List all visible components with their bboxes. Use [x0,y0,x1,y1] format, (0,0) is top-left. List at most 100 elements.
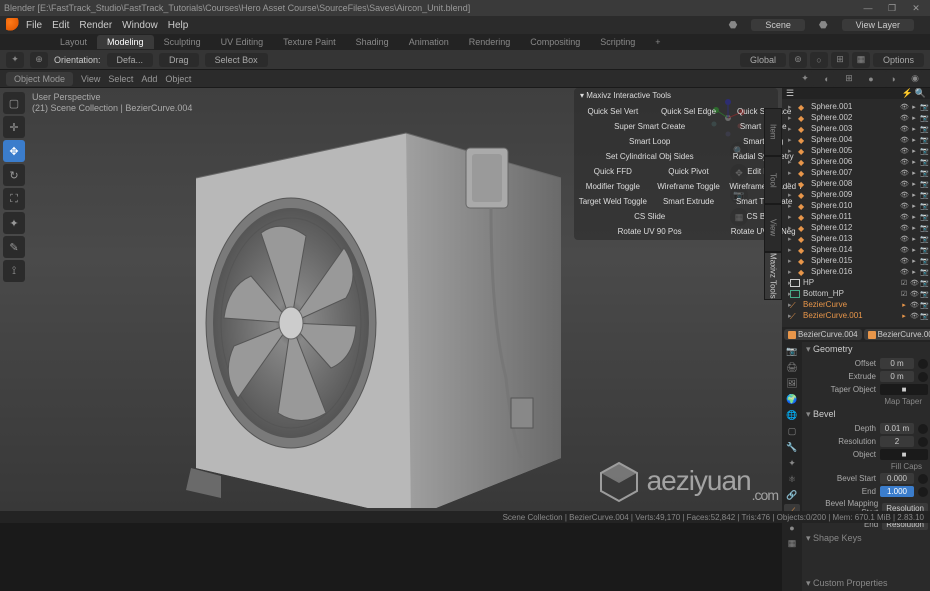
eye-icon[interactable]: 👁 [900,103,908,111]
render-icon[interactable]: 📷 [920,125,928,133]
render-icon[interactable]: 📷 [920,246,928,254]
outliner-icon[interactable]: ☰ [786,88,794,99]
outliner-item[interactable]: ▸Sphere.004👁▸📷 [782,134,930,145]
shading-solid-icon[interactable]: ● [862,71,880,87]
tree-expand-icon[interactable]: ▸ [788,279,792,287]
select-icon[interactable]: ▸ [910,213,918,221]
tab-animation[interactable]: Animation [399,35,459,49]
tree-expand-icon[interactable]: ▸ [788,114,792,122]
outliner-item[interactable]: ▸Sphere.011👁▸📷 [782,211,930,222]
tool-transform[interactable]: ✦ [3,212,25,234]
select-icon[interactable]: ▸ [910,246,918,254]
eye-icon[interactable]: 👁 [900,180,908,188]
tab-modeling[interactable]: Modeling [97,35,154,49]
render-icon[interactable]: 📷 [920,103,928,111]
menu-file[interactable]: File [26,20,42,31]
section-geometry[interactable]: Geometry [802,342,930,357]
tool-measure[interactable]: ⟟ [3,260,25,282]
menu-render[interactable]: Render [79,20,112,31]
eye-icon[interactable]: 👁 [910,279,918,287]
select-icon[interactable]: ▸ [910,169,918,177]
eye-icon[interactable]: 👁 [900,202,908,210]
select-icon[interactable]: ▸ [910,268,918,276]
eye-icon[interactable]: 👁 [900,136,908,144]
tree-expand-icon[interactable]: ▸ [788,290,792,298]
btn-target-weld[interactable]: Target Weld Toggle [576,195,650,208]
btn-smart-loop[interactable]: Smart Loop [576,135,723,148]
extrude-input[interactable]: 0 m [880,371,914,382]
select-icon[interactable]: ▸ [910,235,918,243]
select-icon[interactable]: ▸ [910,257,918,265]
outliner-item[interactable]: ▸Sphere.001👁▸📷 [782,101,930,112]
orientation-dropdown[interactable]: Defa... [107,53,154,67]
eye-icon[interactable]: 👁 [900,268,908,276]
btn-quick-sel-vert[interactable]: Quick Sel Vert [576,105,650,118]
eye-icon[interactable]: 👁 [900,169,908,177]
bstart-anim-icon[interactable] [918,474,928,484]
render-icon[interactable]: 📷 [920,213,928,221]
outliner-collection[interactable]: ▸HP☑👁📷 [782,277,930,288]
select-icon[interactable]: ▸ [910,114,918,122]
menu-help[interactable]: Help [168,20,189,31]
extrude-anim-icon[interactable] [918,372,928,382]
select-icon[interactable]: ▸ [910,103,918,111]
tool-cursor[interactable]: ✛ [3,116,25,138]
render-icon[interactable]: 📷 [920,191,928,199]
render-icon[interactable]: 📷 [920,268,928,276]
select-icon[interactable]: ▸ [910,202,918,210]
viewlayer-dropdown[interactable]: View Layer [842,19,914,31]
outliner-item[interactable]: ▸Sphere.009👁▸📷 [782,189,930,200]
btn-quick-pivot[interactable]: Quick Pivot [652,165,726,178]
ptab-world[interactable]: 🌐 [784,408,800,423]
end-anim-icon[interactable] [918,487,928,497]
render-icon[interactable]: 📷 [920,169,928,177]
overlay-show-icon[interactable]: ◐ [818,71,836,87]
depth-anim-icon[interactable] [918,424,928,434]
outliner[interactable]: ▸Sphere.001👁▸📷▸Sphere.002👁▸📷▸Sphere.003👁… [782,99,930,327]
close-button[interactable]: ✕ [910,3,922,14]
ptab-object[interactable]: ▢ [784,424,800,439]
menu-add[interactable]: Add [141,74,157,84]
maximize-button[interactable]: ❐ [886,3,898,14]
render-icon[interactable]: 📷 [920,290,928,298]
render-icon[interactable]: 📷 [920,147,928,155]
select-icon[interactable]: ▸ [900,301,908,309]
btn-quick-sel-edge[interactable]: Quick Sel Edge [652,105,726,118]
btn-smart-extrude[interactable]: Smart Extrude [652,195,726,208]
minimize-button[interactable]: — [862,3,874,14]
outliner-collection[interactable]: ▸Bottom_HP☑👁📷 [782,288,930,299]
tree-expand-icon[interactable]: ▸ [788,136,792,144]
check-icon[interactable]: ☑ [900,279,908,287]
transform-orientation[interactable]: Global [740,53,786,67]
ntab-view[interactable]: View [764,204,782,252]
options-dropdown[interactable]: Options [873,53,924,67]
btn-cylindrical-sides[interactable]: Set Cylindrical Obj Sides [576,150,723,163]
tool-move[interactable]: ✥ [3,140,25,162]
viewport[interactable]: User Perspective (21) Scene Collection |… [26,88,782,511]
tab-shading[interactable]: Shading [346,35,399,49]
render-icon[interactable]: 📷 [920,136,928,144]
check-icon[interactable]: ☑ [900,290,908,298]
ptab-scene[interactable]: 🌍 [784,392,800,407]
tree-expand-icon[interactable]: ▸ [788,235,792,243]
ptab-texture[interactable]: ▦ [784,536,800,551]
tab-scripting[interactable]: Scripting [590,35,645,49]
eye-icon[interactable]: 👁 [900,191,908,199]
scene-dropdown[interactable]: Scene [751,19,805,31]
select-icon[interactable]: ▸ [900,312,908,320]
props-obj-b[interactable]: BezierCurve.004 [864,329,930,340]
outliner-item[interactable]: ▸Sphere.003👁▸📷 [782,123,930,134]
menu-edit[interactable]: Edit [52,20,69,31]
tool-select[interactable]: ▢ [3,92,25,114]
xray-icon[interactable]: ▦ [852,52,870,68]
eye-icon[interactable]: 👁 [900,147,908,155]
tab-texture-paint[interactable]: Texture Paint [273,35,346,49]
tab-sculpting[interactable]: Sculpting [154,35,211,49]
tree-expand-icon[interactable]: ▸ [788,180,792,188]
eye-icon[interactable]: 👁 [900,213,908,221]
tab-compositing[interactable]: Compositing [520,35,590,49]
btn-modifier-toggle[interactable]: Modifier Toggle [576,180,650,193]
outliner-item[interactable]: ▸Sphere.002👁▸📷 [782,112,930,123]
select-icon[interactable]: ▸ [910,180,918,188]
render-icon[interactable]: 📷 [920,279,928,287]
